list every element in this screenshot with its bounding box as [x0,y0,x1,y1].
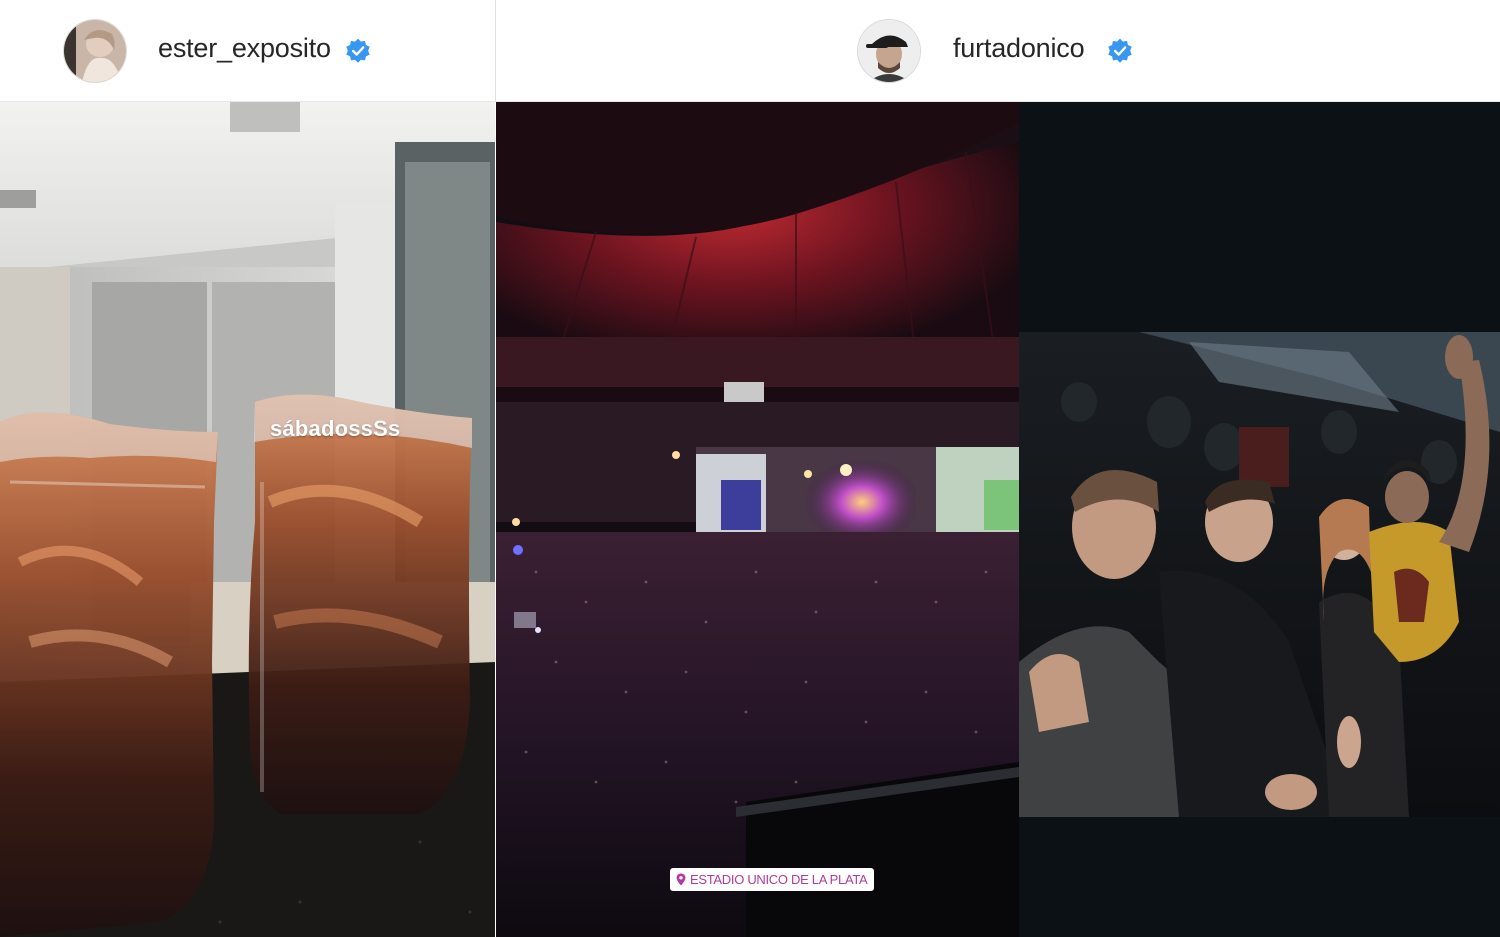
story-photo-stadium: ESTADIO UNICO DE LA PLATA [496,102,1019,937]
location-sticker[interactable]: ESTADIO UNICO DE LA PLATA [670,868,875,891]
story-header-ester: ester_exposito [0,0,496,102]
story-caption: sábadossSs [270,416,401,441]
username[interactable]: ester_exposito [158,33,331,64]
story-photo-drinks: sábadossSs [0,102,495,937]
verified-badge-icon [1108,38,1132,63]
location-label: ESTADIO UNICO DE LA PLATA [690,872,868,887]
story-photo-selfie [1019,102,1500,937]
username[interactable]: furtadonico [953,33,1085,64]
story-header-furtadonico: furtadonico [496,0,1500,102]
verified-badge-icon [346,38,370,63]
avatar[interactable] [64,20,126,82]
location-pin-icon [676,873,686,886]
avatar[interactable] [858,20,920,82]
